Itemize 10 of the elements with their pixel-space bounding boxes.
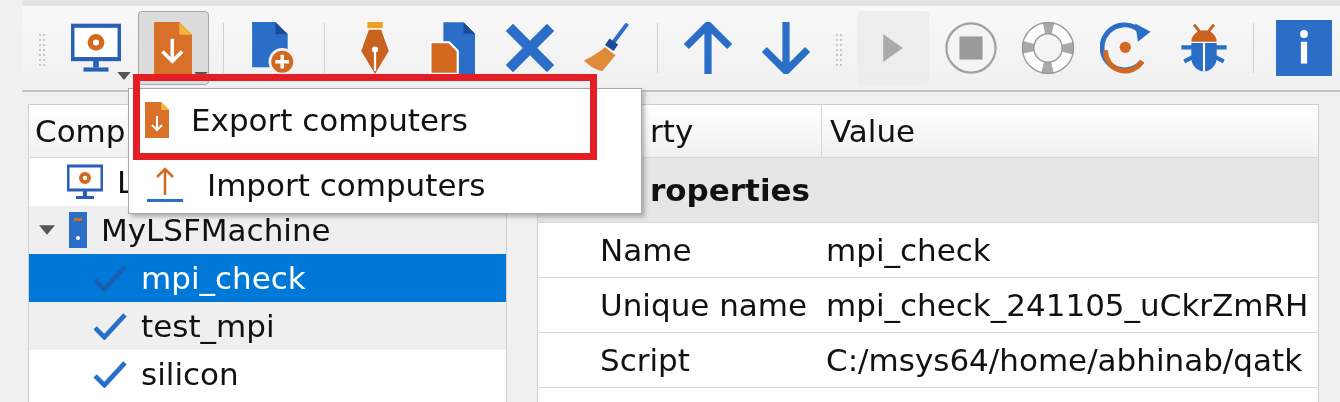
tree-item-label: MyLSFMachine [101,212,331,248]
property-name: Name [599,232,693,268]
property-name: Unique name [599,287,809,323]
property-name: Script [599,342,691,378]
property-value: mpi_check_241105_uCkrZmRH [825,287,1309,323]
tree-item-label: mpi_check [141,260,306,296]
tree-item-label: test_mpi [141,308,275,344]
property-value: mpi_check [825,232,991,268]
property-value: C:/msys64/home/abhinab/qatk [825,342,1303,378]
tree-item-label: silicon [141,356,239,392]
